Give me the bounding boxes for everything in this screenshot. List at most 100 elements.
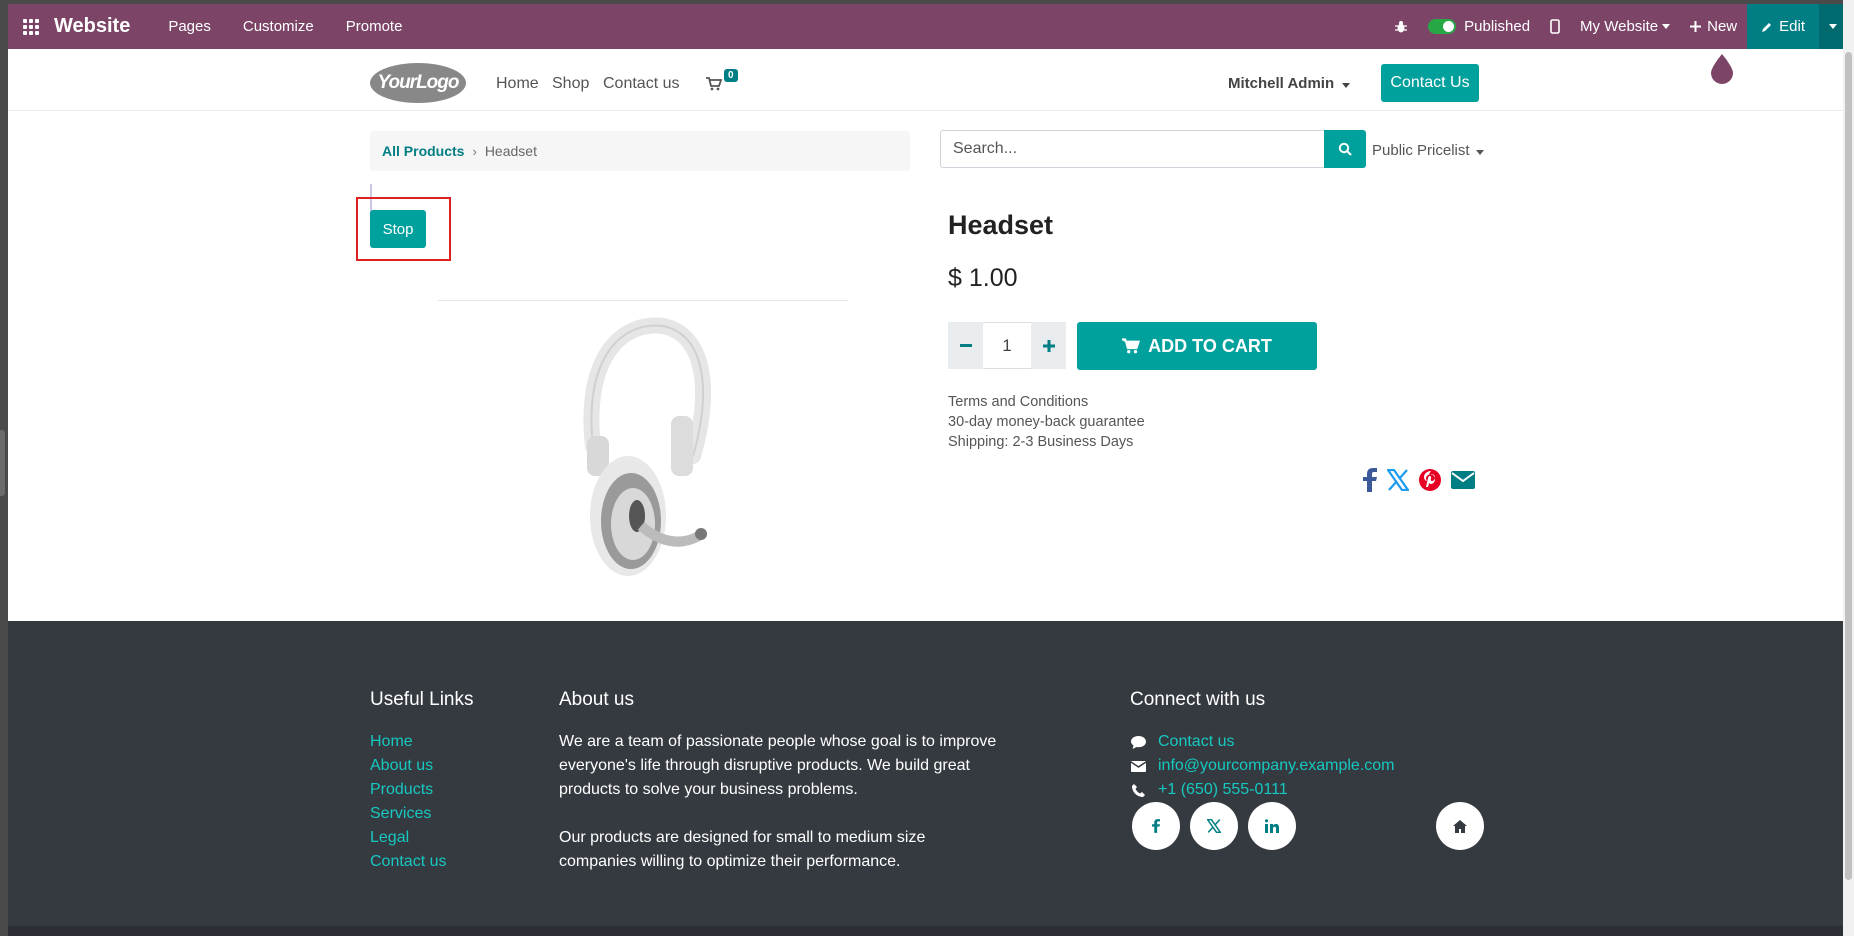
share-buttons [1363,468,1475,492]
footer-link-home[interactable]: Home [370,730,446,754]
product-price: $ 1.00 [948,264,1018,292]
chevron-down-icon [1829,24,1837,29]
footer-link-services[interactable]: Services [370,802,446,826]
website-switcher-label: My Website [1580,18,1659,35]
new-button[interactable]: New [1690,18,1737,35]
apps-menu-icon[interactable] [8,18,54,35]
quantity-plus-button[interactable] [1031,322,1066,369]
connect-phone-row[interactable]: +1 (650) 555-0111 [1130,778,1395,802]
envelope-icon [1130,760,1146,772]
footer-copyright-bar [8,926,1843,936]
about-us-title: About us [559,689,634,710]
breadcrumb: All Products › Headset [370,131,910,171]
useful-links-list: Home About us Products Services Legal Co… [370,730,446,874]
add-to-cart-label: ADD TO CART [1148,335,1272,356]
edit-label: Edit [1779,18,1805,35]
plus-icon [1690,21,1702,32]
quantity-minus-button[interactable] [948,322,983,369]
chevron-down-icon [1342,83,1351,88]
edit-dropdown-toggle[interactable] [1819,4,1843,49]
new-label: New [1707,18,1738,35]
pinterest-icon[interactable] [1419,469,1441,491]
social-x-button[interactable] [1190,802,1238,850]
debug-bug-icon[interactable] [1394,20,1408,34]
image-divider [438,300,848,301]
about-us-text: We are a team of passionate people whose… [559,730,999,874]
page-scrollbar[interactable] [1843,0,1854,936]
home-icon [1453,819,1467,833]
quantity-input[interactable]: 1 [983,322,1031,369]
cart-icon [706,77,723,91]
mobile-preview-icon[interactable] [1550,19,1560,34]
plus-icon [1042,339,1055,352]
connect-list: Contact us info@yourcompany.example.com … [1130,730,1395,802]
window-edge-handle [0,430,5,496]
published-toggle[interactable]: Published [1428,18,1530,35]
connect-contact-link[interactable]: Contact us [1158,730,1234,754]
social-facebook-button[interactable] [1132,802,1180,850]
nav-contact-us[interactable]: Contact us [603,75,679,93]
site-logo[interactable]: YourLogo [370,63,466,103]
phone-icon [1131,783,1145,797]
published-label: Published [1464,18,1531,35]
quantity-stepper: 1 [948,322,1066,369]
edit-button[interactable]: Edit [1747,4,1819,49]
connect-email-link[interactable]: info@yourcompany.example.com [1158,754,1395,778]
pricelist-label: Public Pricelist [1372,142,1470,159]
useful-links-title: Useful Links [370,689,474,710]
nav-home[interactable]: Home [496,75,539,93]
cart-button[interactable]: 0 [706,69,738,96]
terms-guarantee: 30-day money-back guarantee [948,414,1145,430]
website-frame: Website Pages Customize Promote Publishe… [8,4,1843,936]
website-app-title[interactable]: Website [54,15,130,38]
pricelist-dropdown[interactable]: Public Pricelist [1372,142,1484,159]
email-share-icon[interactable] [1451,471,1475,489]
contact-us-button[interactable]: Contact Us [1381,64,1479,102]
product-terms: Terms and Conditions 30-day money-back g… [948,392,1145,452]
facebook-icon[interactable] [1363,468,1377,492]
user-name: Mitchell Admin [1228,75,1335,92]
connect-contact-row[interactable]: Contact us [1130,730,1395,754]
breadcrumb-all-products[interactable]: All Products [382,143,464,159]
stop-button[interactable]: Stop [370,210,426,248]
social-linkedin-button[interactable] [1248,802,1296,850]
connect-phone-link[interactable]: +1 (650) 555-0111 [1158,778,1288,802]
chevron-right-icon: › [472,143,477,159]
menu-customize[interactable]: Customize [243,18,314,35]
user-menu[interactable]: Mitchell Admin [1228,75,1351,92]
facebook-icon [1152,819,1160,833]
add-to-cart-button[interactable]: ADD TO CART [1077,322,1317,370]
about-paragraph-2: Our products are designed for small to m… [559,829,926,870]
pencil-icon [1762,22,1772,32]
footer-link-about[interactable]: About us [370,754,446,778]
about-paragraph-1: We are a team of passionate people whose… [559,733,997,798]
product-name: Headset [948,210,1054,240]
chevron-down-icon [1475,150,1484,155]
menu-pages[interactable]: Pages [168,18,211,35]
search-button[interactable] [1324,130,1366,168]
scrollbar-thumb[interactable] [1845,52,1852,880]
social-home-button[interactable] [1436,802,1484,850]
footer-link-contact[interactable]: Contact us [370,850,446,874]
website-switcher[interactable]: My Website [1580,18,1671,35]
cart-icon [1122,338,1141,354]
linkedin-icon [1265,819,1279,833]
site-header: YourLogo Home Shop Contact us 0 Mitchell… [8,49,1843,111]
terms-shipping: Shipping: 2-3 Business Days [948,434,1134,450]
x-twitter-icon[interactable] [1387,469,1409,491]
toggle-switch[interactable] [1428,19,1457,34]
footer-link-legal[interactable]: Legal [370,826,446,850]
admin-top-bar: Website Pages Customize Promote Publishe… [8,4,1843,49]
minus-icon [959,343,972,347]
menu-promote[interactable]: Promote [346,18,403,35]
terms-link[interactable]: Terms and Conditions [948,392,1145,412]
search-icon [1338,142,1352,156]
breadcrumb-current: Headset [484,143,537,159]
connect-title: Connect with us [1130,689,1266,710]
nav-shop[interactable]: Shop [552,75,589,93]
chevron-down-icon [1662,24,1671,29]
connect-email-row[interactable]: info@yourcompany.example.com [1130,754,1395,778]
search-input[interactable]: Search... [940,130,1325,168]
headset-product-image[interactable] [553,316,713,586]
footer-link-products[interactable]: Products [370,778,446,802]
